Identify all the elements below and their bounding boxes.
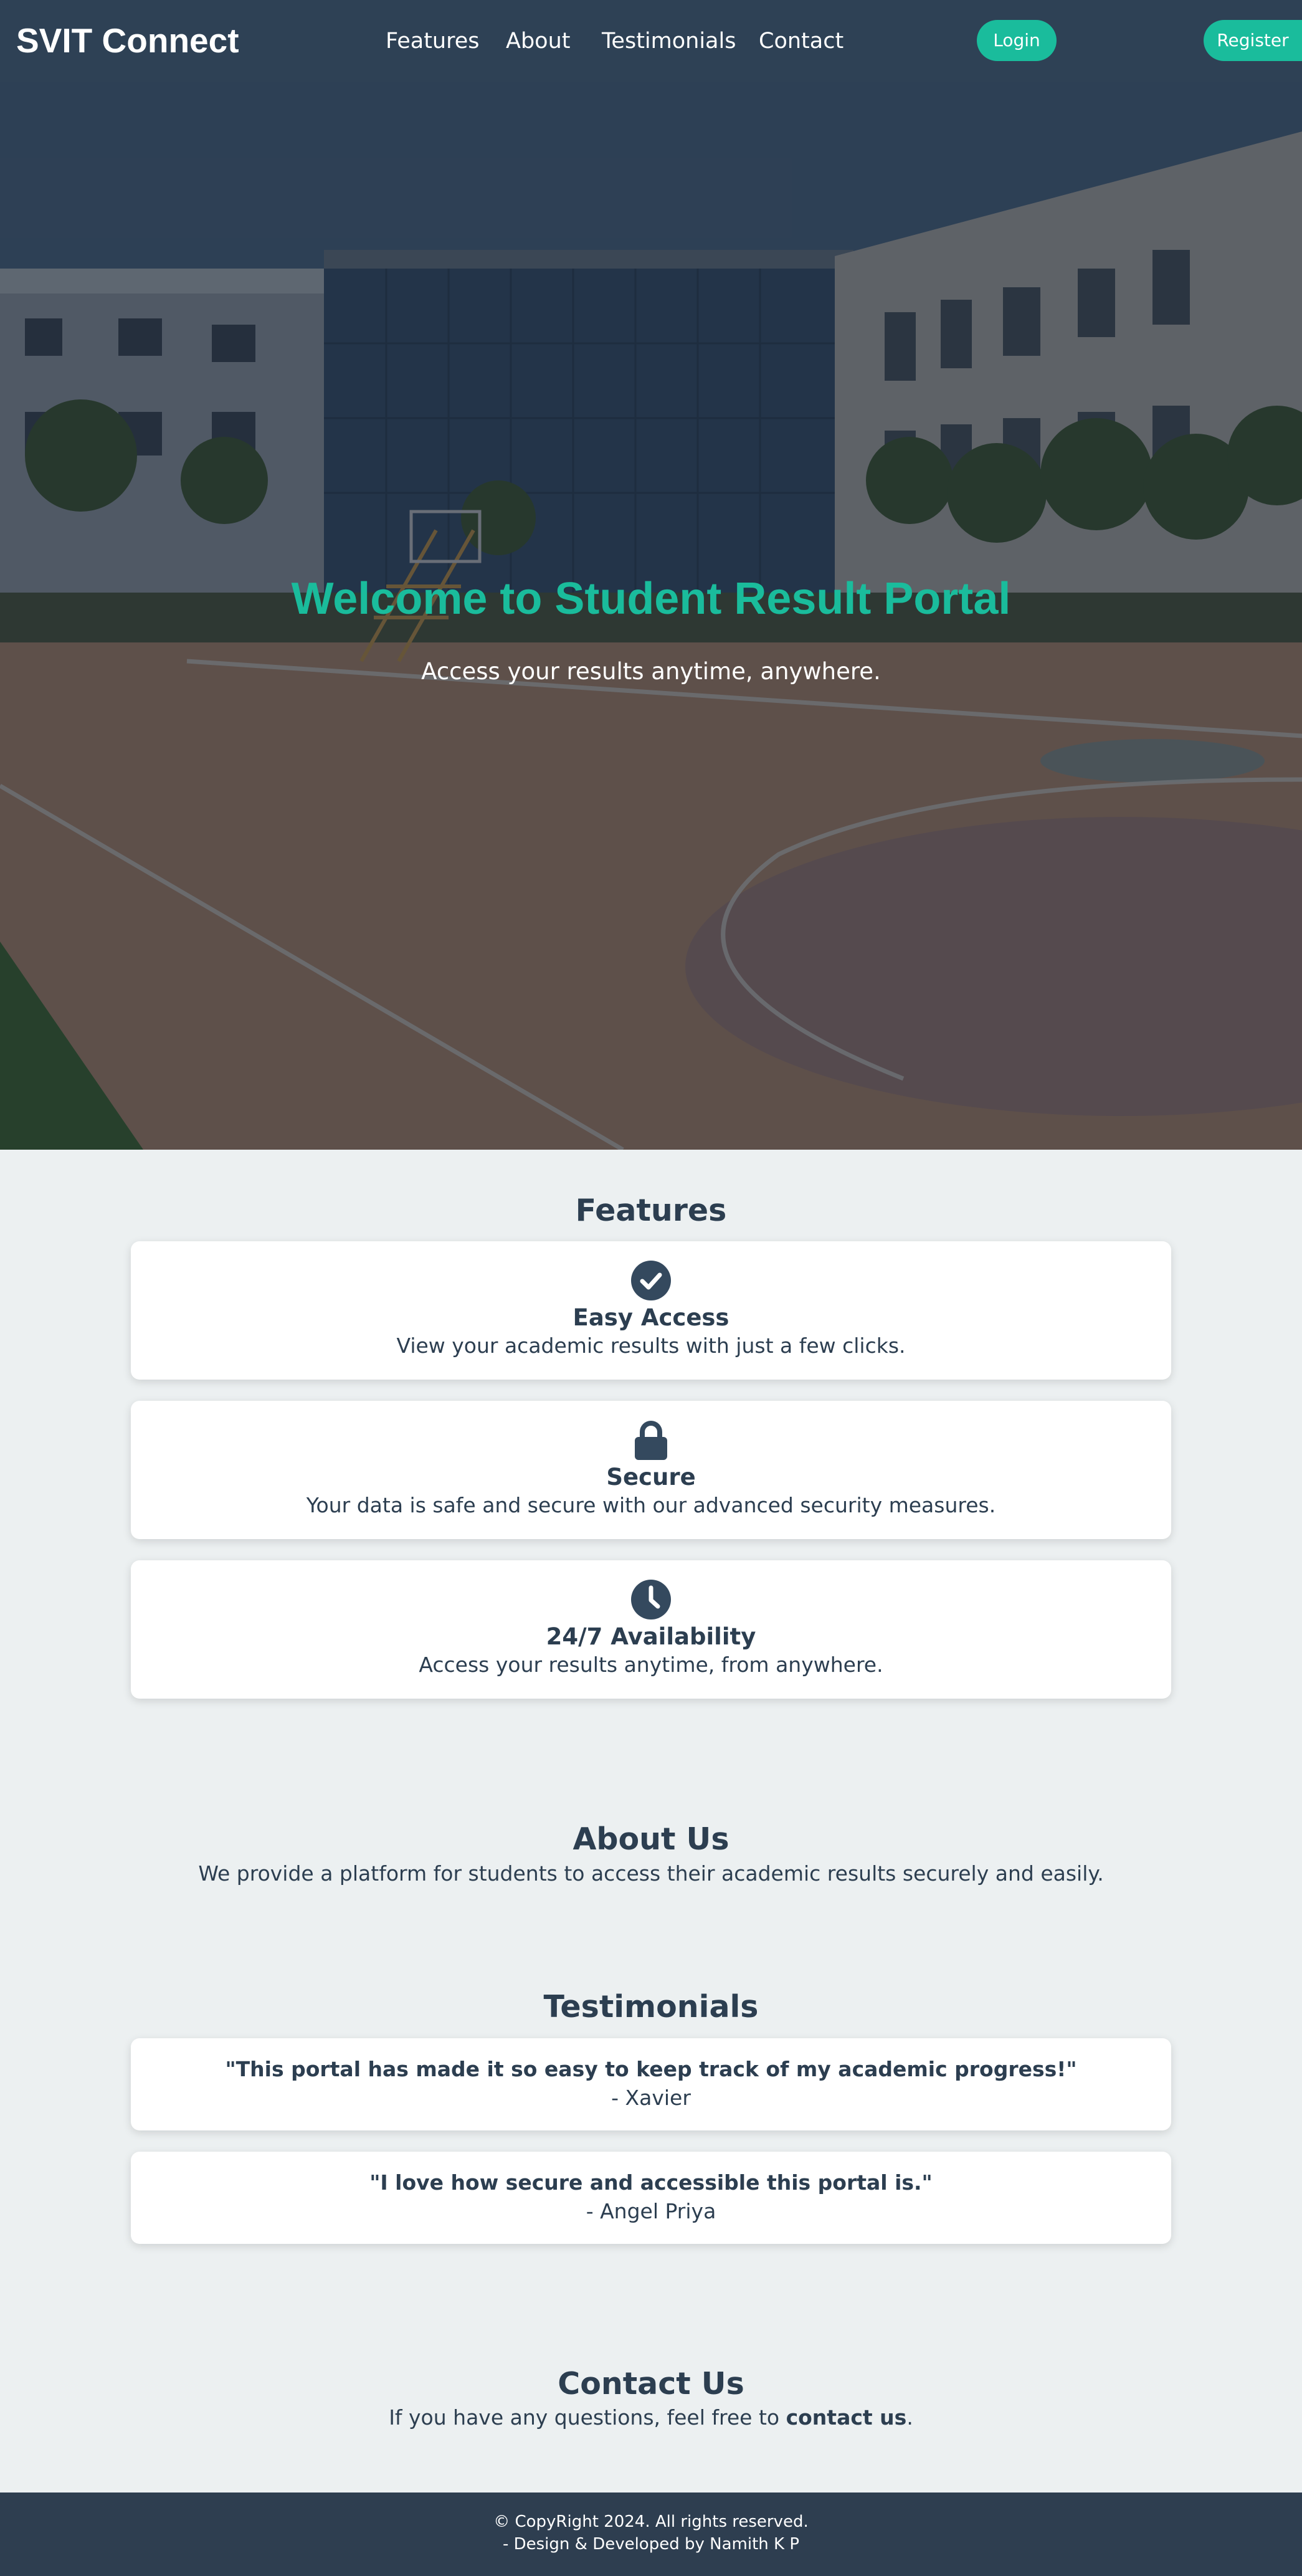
contact-text-after: . (906, 2405, 913, 2430)
feature-description: View your academic results with just a f… (396, 1333, 906, 1358)
nav-link-about[interactable]: About (506, 27, 570, 55)
features-heading: Features (575, 1193, 727, 1228)
clock-icon (631, 1580, 671, 1620)
feature-card: Secure Your data is safe and secure with… (131, 1401, 1171, 1539)
testimonial-author: - Angel Priya (586, 2199, 716, 2223)
feature-title: Secure (606, 1464, 696, 1491)
testimonial-quote: "I love how secure and accessible this p… (369, 2170, 933, 2195)
feature-title: Easy Access (573, 1304, 729, 1331)
feature-description: Your data is safe and secure with our ad… (306, 1493, 996, 1517)
login-button[interactable]: Login (977, 20, 1057, 61)
feature-card: 24/7 Availability Access your results an… (131, 1560, 1171, 1699)
footer-copyright: © CopyRight 2024. All rights reserved. (493, 2512, 809, 2531)
testimonial-card: "I love how secure and accessible this p… (131, 2152, 1171, 2244)
testimonial-author: - Xavier (611, 2086, 691, 2110)
about-text: We provide a platform for students to ac… (198, 1861, 1104, 1886)
testimonial-card: "This portal has made it so easy to keep… (131, 2038, 1171, 2130)
testimonial-quote: "This portal has made it so easy to keep… (225, 2057, 1077, 2081)
nav-link-testimonials[interactable]: Testimonials (602, 27, 736, 55)
testimonials-heading: Testimonials (543, 1989, 759, 2025)
feature-title: 24/7 Availability (546, 1623, 756, 1650)
lock-icon (635, 1421, 667, 1460)
contact-heading: Contact Us (558, 2366, 744, 2402)
feature-card: Easy Access View your academic results w… (131, 1241, 1171, 1380)
nav-link-features[interactable]: Features (386, 27, 480, 55)
nav-link-contact[interactable]: Contact (759, 27, 843, 55)
contact-text-before: If you have any questions, feel free to (389, 2405, 786, 2430)
hero-section: Welcome to Student Result Portal Access … (0, 82, 1302, 1150)
contact-text: If you have any questions, feel free to … (0, 2404, 1302, 2431)
brand-logo[interactable]: SVIT Connect (16, 21, 239, 60)
about-heading: About Us (573, 1821, 729, 1857)
hero-title: Welcome to Student Result Portal (291, 574, 1011, 624)
feature-description: Access your results anytime, from anywhe… (419, 1653, 883, 1677)
contact-us-link[interactable]: contact us (786, 2405, 907, 2430)
footer: © CopyRight 2024. All rights reserved. -… (0, 2493, 1302, 2576)
footer-credit: - Design & Developed by Namith K P (502, 2535, 800, 2554)
hero-subtitle: Access your results anytime, anywhere. (421, 658, 881, 685)
navbar: SVIT Connect Features About Testimonials… (0, 0, 1302, 82)
register-button[interactable]: Register (1204, 20, 1302, 61)
check-circle-icon (631, 1261, 671, 1300)
